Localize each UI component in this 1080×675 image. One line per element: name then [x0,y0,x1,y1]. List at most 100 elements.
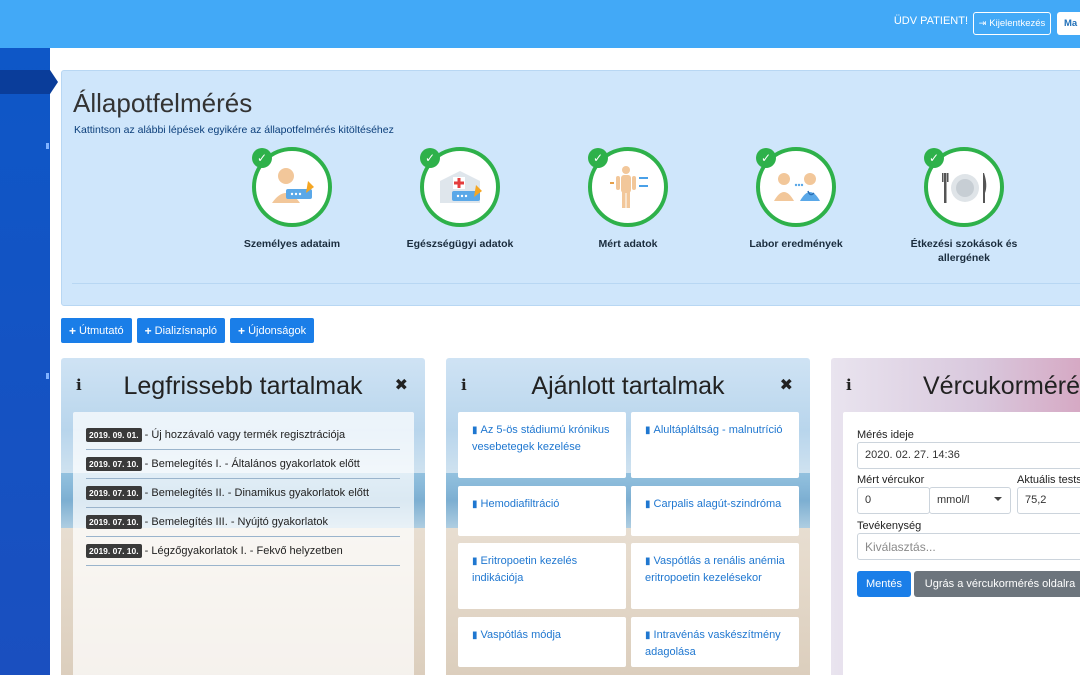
book-icon: ▮ [472,556,478,567]
step-ring: ✓ [420,147,500,227]
card-title: Vércukormérés [923,372,1080,400]
divider [72,283,1080,284]
info-icon[interactable]: i [846,376,852,394]
activity-select[interactable]: Kiválasztás... [857,533,1080,560]
step-ring: ✓ [588,147,668,227]
assessment-title: Állapotfelmérés [73,88,253,118]
guide-button[interactable]: + Útmutató [61,318,132,343]
recommended-tile-text: Alultápláltság - malnutríció [653,424,783,436]
list-item[interactable]: 2019. 07. 10. - Bemelegítés III. - Nyújt… [86,508,400,537]
recommended-tile[interactable]: ▮ Carpalis alagút-szindróma [631,486,799,536]
step-personal-data[interactable]: ✓ Személyes adataim [212,147,372,251]
sidebar-active-arrow [50,70,58,94]
recommended-tile[interactable]: ▮ Eritropoetin kezelés indikációja [458,543,626,609]
unit-select[interactable]: mmol/l [929,487,1011,514]
plate-cutlery-icon [942,173,987,203]
guide-button-label: Útmutató [79,324,124,337]
weight-label: Aktuális tests [1017,474,1080,486]
time-label: Mérés ideje [857,429,914,441]
unit-select-value: mmol/l [937,494,970,506]
list-item[interactable]: 2019. 07. 10. - Légzőgyakorlatok I. - Fe… [86,537,400,566]
sidebar-item-indicator[interactable] [46,143,49,149]
person-form-icon [272,168,314,203]
news-button[interactable]: + Újdonságok [230,318,315,343]
assessment-subtitle: Kattintson az alábbi lépések egyikére az… [74,124,394,136]
plus-icon: + [144,323,152,338]
list-item-text: - Bemelegítés III. - Nyújtó gyakorlatok [144,516,329,528]
step-ring: ✓ [756,147,836,227]
action-button-row: + Útmutató + Dializísnapló + Újdonságok [61,318,315,343]
list-item-text: - Bemelegítés II. - Dinamikus gyakorlato… [144,487,370,499]
step-label: Személyes adataim [243,238,341,250]
sidebar-item-active[interactable] [0,70,50,94]
save-button[interactable]: Mentés [857,571,911,597]
recommended-tile-text: Hemodiafiltráció [480,498,560,510]
dialysis-log-button[interactable]: + Dializísnapló [136,318,226,343]
sidebar-item-indicator[interactable] [46,373,49,379]
step-label: Labor eredmények [749,238,843,250]
recommended-tile-text: Vaspótlás a renális anémia eritropoetin … [645,555,785,584]
close-icon[interactable]: ✖ [395,375,408,395]
step-eating-habits[interactable]: ✓ Étkezési szokások és allergének [884,147,1044,265]
recommended-tile[interactable]: ▮ Vaspótlás módja [458,617,626,667]
step-lab-results[interactable]: ✓ Labor eredmények [716,147,876,251]
close-icon[interactable]: ✖ [780,375,793,395]
activity-label: Tevékenység [857,520,922,532]
card-title: Ajánlott tartalmak [531,372,725,400]
glucose-label: Mért vércukor [857,474,925,486]
logout-button[interactable]: ⇥ Kijelentkezés [973,12,1051,35]
sidebar [0,48,50,675]
plus-icon: + [69,323,77,338]
step-label: Mért adatok [598,238,658,250]
recommended-tile-text: Vaspótlás módja [480,629,562,641]
patient-doctor-icon [774,173,820,201]
book-icon: ▮ [645,556,651,567]
step-ring: ✓ [924,147,1004,227]
list-item-text: - Légzőgyakorlatok I. - Fekvő helyzetben [144,545,343,557]
recommended-tile-text: Carpalis alagút-szindróma [653,498,782,510]
profile-button[interactable]: Ma [1057,12,1080,35]
time-input[interactable]: 2020. 02. 27. 14:36 [857,442,1080,469]
date-badge: 2019. 07. 10. [86,457,142,471]
news-button-label: Újdonságok [248,324,307,337]
recommended-tile[interactable]: ▮ Vaspótlás a renális anémia eritropoetin… [631,543,799,609]
date-badge: 2019. 07. 10. [86,486,142,500]
step-health-data[interactable]: ✓ Egészségügyi adatok [380,147,540,251]
list-item[interactable]: 2019. 07. 10. - Bemelegítés II. - Dinami… [86,479,400,508]
book-icon: ▮ [645,630,651,641]
book-icon: ▮ [645,425,651,436]
step-measured-data[interactable]: ✓ Mért adatok [548,147,708,251]
logout-label: Kijelentkezés [989,18,1046,29]
glucose-input[interactable]: 0 [857,487,930,514]
latest-content-card: i Legfrissebb tartalmak ✖ 2019. 09. 01. … [61,358,425,675]
step-ring: ✓ [252,147,332,227]
book-icon: ▮ [472,499,478,510]
list-item[interactable]: 2019. 07. 10. - Bemelegítés I. - Általán… [86,450,400,479]
card-title: Legfrissebb tartalmak [123,372,363,400]
logout-icon: ⇥ [978,18,987,28]
book-icon: ▮ [472,630,478,641]
list-item-text: - Bemelegítés I. - Általános gyakorlatok… [144,458,360,470]
recommended-tile[interactable]: ▮ Hemodiafiltráció [458,486,626,536]
weight-input[interactable]: 75,2 [1017,487,1080,514]
step-label: Egészségügyi adatok [406,238,514,250]
hospital-form-icon [440,171,482,203]
goto-glucose-page-button[interactable]: Ugrás a vércukormérés oldalra [914,571,1080,597]
greeting-text: ÜDV PATIENT! [893,15,968,27]
recommended-tile-text: Az 5-ös stádiumú krónikus vesebetegek ke… [472,424,610,453]
recommended-content-card: i Ajánlott tartalmak ✖ ▮ Az 5-ös stádiumú… [446,358,810,675]
glucose-form: Mérés ideje 2020. 02. 27. 14:36 Mért vér… [843,412,1080,675]
glucose-card: i Vércukormérés Mérés ideje 2020. 02. 27… [831,358,1080,675]
recommended-tile-text: Eritropoetin kezelés indikációja [472,555,578,584]
recommended-tile[interactable]: ▮ Intravénás vaskészítmény adagolása [631,617,799,667]
recommended-tile[interactable]: ▮ Az 5-ös stádiumú krónikus vesebetegek k… [458,412,626,478]
recommended-tile[interactable]: ▮ Alultápláltság - malnutríció [631,412,799,478]
assessment-panel: Állapotfelmérés Kattintson az alábbi lép… [61,70,1080,306]
recommended-tile-text: Intravénás vaskészítmény adagolása [645,629,781,658]
chevron-down-icon [994,497,1002,501]
body-measure-icon [610,166,648,208]
top-bar: ÜDV PATIENT! ⇥ Kijelentkezés Ma [0,0,1080,48]
list-item[interactable]: 2019. 09. 01. - Új hozzávaló vagy termék… [86,421,400,450]
plus-icon: + [238,323,246,338]
book-icon: ▮ [472,425,478,436]
